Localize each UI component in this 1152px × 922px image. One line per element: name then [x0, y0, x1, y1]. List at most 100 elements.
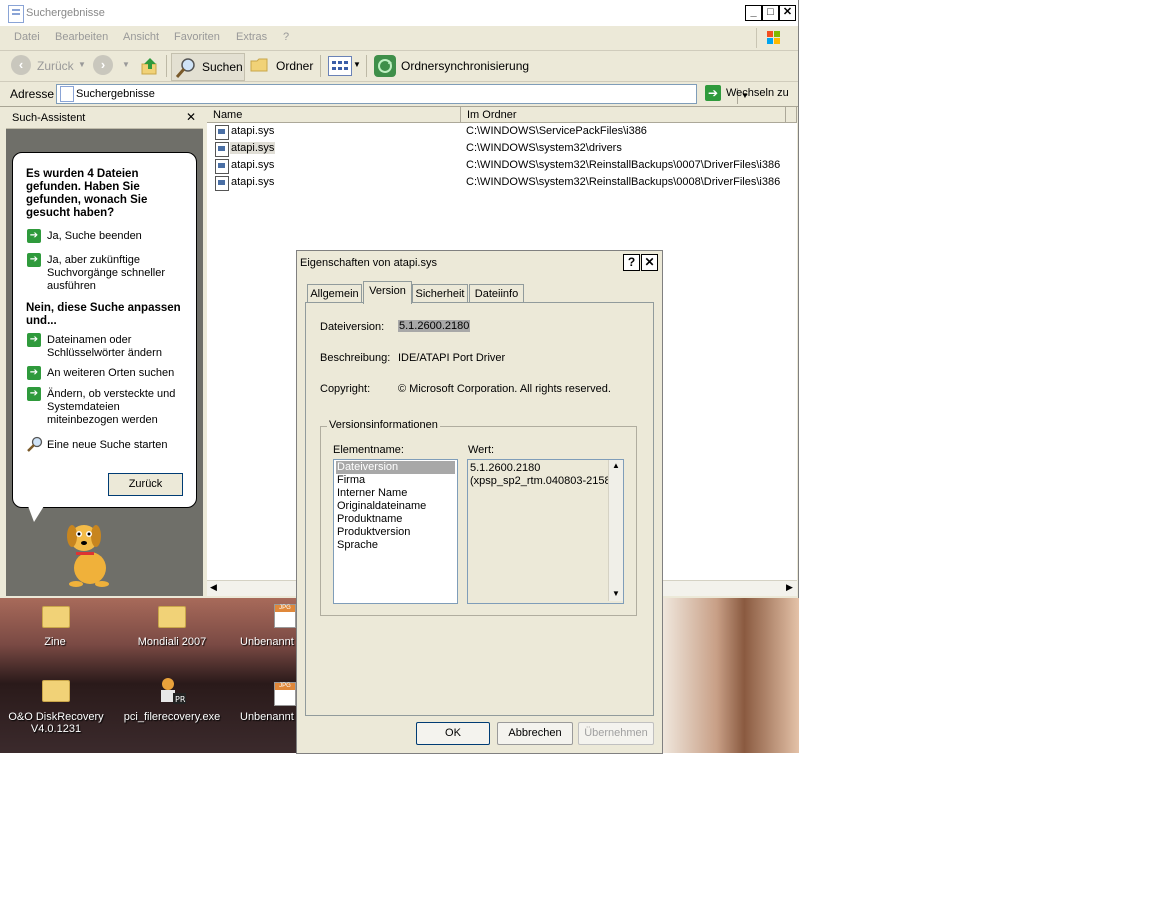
minimize-button[interactable]: _: [745, 5, 762, 21]
search-button[interactable]: Suchen: [171, 53, 245, 81]
arrow-icon[interactable]: ➔: [27, 253, 41, 267]
tab-sicherheit[interactable]: Sicherheit: [412, 284, 468, 303]
sys-file-icon: [215, 176, 229, 191]
arrow-icon[interactable]: ➔: [27, 366, 41, 380]
arrow-icon[interactable]: ➔: [27, 333, 41, 347]
tab-dateiinfo[interactable]: Dateiinfo: [469, 284, 524, 303]
option-finish-search[interactable]: Ja, Suche beenden: [47, 230, 192, 243]
views-dropdown-icon[interactable]: ▼: [353, 60, 361, 69]
table-row[interactable]: atapi.sys C:\WINDOWS\system32\ReinstallB…: [207, 158, 797, 175]
ok-button[interactable]: OK: [416, 722, 490, 745]
go-button-label[interactable]: Wechseln zu: [726, 87, 789, 99]
value-textbox[interactable]: 5.1.2600.2180 (xpsp_sp2_rtm.040803-2158)…: [467, 459, 624, 604]
file-version-label: Dateiversion:: [320, 321, 385, 333]
copyright-value[interactable]: © Microsoft Corporation. All rights rese…: [398, 383, 611, 395]
folders-button-label[interactable]: Ordner: [276, 59, 313, 73]
apply-button[interactable]: Übernehmen: [578, 722, 654, 745]
tab-version[interactable]: Version: [363, 281, 412, 304]
folder-icon[interactable]: [158, 606, 186, 628]
option-new-search[interactable]: Eine neue Suche starten: [47, 439, 192, 452]
jpg-icon[interactable]: [274, 604, 296, 628]
option-change-names[interactable]: Dateinamen oder Schlüsselwörter ändern: [47, 334, 187, 360]
up-folder-icon[interactable]: [140, 56, 160, 76]
menu-ansicht[interactable]: Ansicht: [123, 31, 159, 43]
maximize-button[interactable]: □: [762, 5, 779, 21]
folder-icon[interactable]: [42, 680, 70, 702]
desktop-icon-label[interactable]: Mondiali 2007: [130, 636, 214, 648]
address-value: Suchergebnisse: [76, 88, 155, 100]
magnifier-icon[interactable]: [26, 436, 44, 452]
go-arrow-icon[interactable]: ➔: [705, 85, 721, 101]
desktop-icon-label[interactable]: Zine: [20, 636, 90, 648]
desktop-icon-label[interactable]: Unbenannt: [240, 711, 296, 723]
column-header-name[interactable]: Name: [207, 107, 461, 123]
file-name: atapi.sys: [231, 125, 275, 137]
folders-icon[interactable]: [249, 55, 271, 75]
scroll-down-icon[interactable]: ▼: [612, 589, 620, 598]
windows-logo-icon: [756, 28, 787, 48]
dialog-close-button[interactable]: ✕: [641, 254, 658, 271]
list-item[interactable]: Firma: [336, 474, 455, 487]
list-item[interactable]: Produktversion: [336, 526, 455, 539]
tab-allgemein[interactable]: Allgemein: [307, 284, 362, 303]
table-row[interactable]: atapi.sys C:\WINDOWS\system32\drivers: [207, 141, 797, 158]
list-item[interactable]: Sprache: [336, 539, 455, 552]
option-faster-searches[interactable]: Ja, aber zukünftige Suchvorgänge schnell…: [47, 254, 187, 293]
list-item-selected[interactable]: Dateiversion: [336, 461, 455, 474]
option-hidden-files[interactable]: Ändern, ob versteckte und Systemdateien …: [47, 388, 187, 427]
exe-icon[interactable]: PR: [156, 676, 188, 706]
scroll-up-icon[interactable]: ▲: [612, 461, 620, 470]
option-other-places[interactable]: An weiteren Orten suchen: [47, 367, 192, 380]
table-row[interactable]: atapi.sys C:\WINDOWS\ServicePackFiles\i3…: [207, 124, 797, 141]
sync-icon[interactable]: [374, 55, 396, 77]
forward-dropdown-icon[interactable]: ▼: [122, 60, 130, 69]
views-icon[interactable]: [328, 56, 352, 76]
sync-button-label[interactable]: Ordnersynchronisierung: [401, 59, 529, 73]
forward-arrow-icon[interactable]: ›: [93, 55, 113, 75]
menu-datei[interactable]: Datei: [14, 31, 40, 43]
list-item[interactable]: Interner Name: [336, 487, 455, 500]
jpg-icon[interactable]: [274, 682, 296, 706]
search-results-icon: [60, 86, 74, 102]
version-tab-panel: Dateiversion: 5.1.2600.2180 Beschreibung…: [305, 302, 654, 716]
table-row[interactable]: atapi.sys C:\WINDOWS\system32\ReinstallB…: [207, 175, 797, 192]
menu-help[interactable]: ?: [283, 31, 289, 43]
arrow-icon[interactable]: ➔: [27, 387, 41, 401]
address-input[interactable]: Suchergebnisse ▼: [56, 84, 752, 104]
address-label: Adresse: [10, 87, 55, 101]
menu-favoriten[interactable]: Favoriten: [174, 31, 220, 43]
back-arrow-icon[interactable]: ‹: [11, 55, 31, 75]
speech-bubble-tail: [28, 506, 44, 522]
menu-bearbeiten[interactable]: Bearbeiten: [55, 31, 108, 43]
svg-text:PR: PR: [175, 695, 186, 704]
scroll-right-icon[interactable]: ▶: [786, 582, 793, 593]
list-item[interactable]: Originaldateiname: [336, 500, 455, 513]
scroll-left-icon[interactable]: ◀: [210, 582, 217, 593]
vertical-scrollbar[interactable]: ▲ ▼: [608, 460, 623, 601]
dialog-title-bar: Eigenschaften von atapi.sys ? ✕: [297, 251, 662, 273]
menu-extras[interactable]: Extras: [236, 31, 267, 43]
back-button[interactable]: Zurück: [108, 473, 183, 496]
desktop-wallpaper: [662, 598, 799, 753]
back-dropdown-icon[interactable]: ▼: [78, 60, 86, 69]
item-name-listbox[interactable]: Dateiversion Firma Interner Name Origina…: [333, 459, 458, 604]
column-header-folder[interactable]: Im Ordner: [461, 107, 786, 123]
cancel-button[interactable]: Abbrechen: [497, 722, 573, 745]
search-pane-close-icon[interactable]: ✕: [186, 110, 196, 124]
description-value[interactable]: IDE/ATAPI Port Driver: [398, 352, 505, 364]
help-button[interactable]: ?: [623, 254, 640, 271]
arrow-icon[interactable]: ➔: [27, 229, 41, 243]
list-item[interactable]: Produktname: [336, 513, 455, 526]
desktop-icon-label[interactable]: Unbenannt: [240, 636, 296, 648]
file-name: atapi.sys: [231, 176, 275, 188]
desktop-icon-label[interactable]: pci_filerecovery.exe: [118, 711, 226, 723]
folder-icon[interactable]: [42, 606, 70, 628]
value-line: (xpsp_sp2_rtm.040803-2158): [470, 475, 615, 487]
desktop-icon-label[interactable]: O&O DiskRecovery V4.0.1231: [4, 711, 108, 735]
item-name-label: Elementname:: [333, 444, 404, 456]
file-version-value[interactable]: 5.1.2600.2180: [398, 320, 471, 332]
value-label: Wert:: [468, 444, 495, 456]
back-button-label[interactable]: Zurück: [37, 59, 74, 73]
close-button[interactable]: ✕: [779, 5, 796, 21]
search-dog-icon[interactable]: [56, 516, 120, 588]
